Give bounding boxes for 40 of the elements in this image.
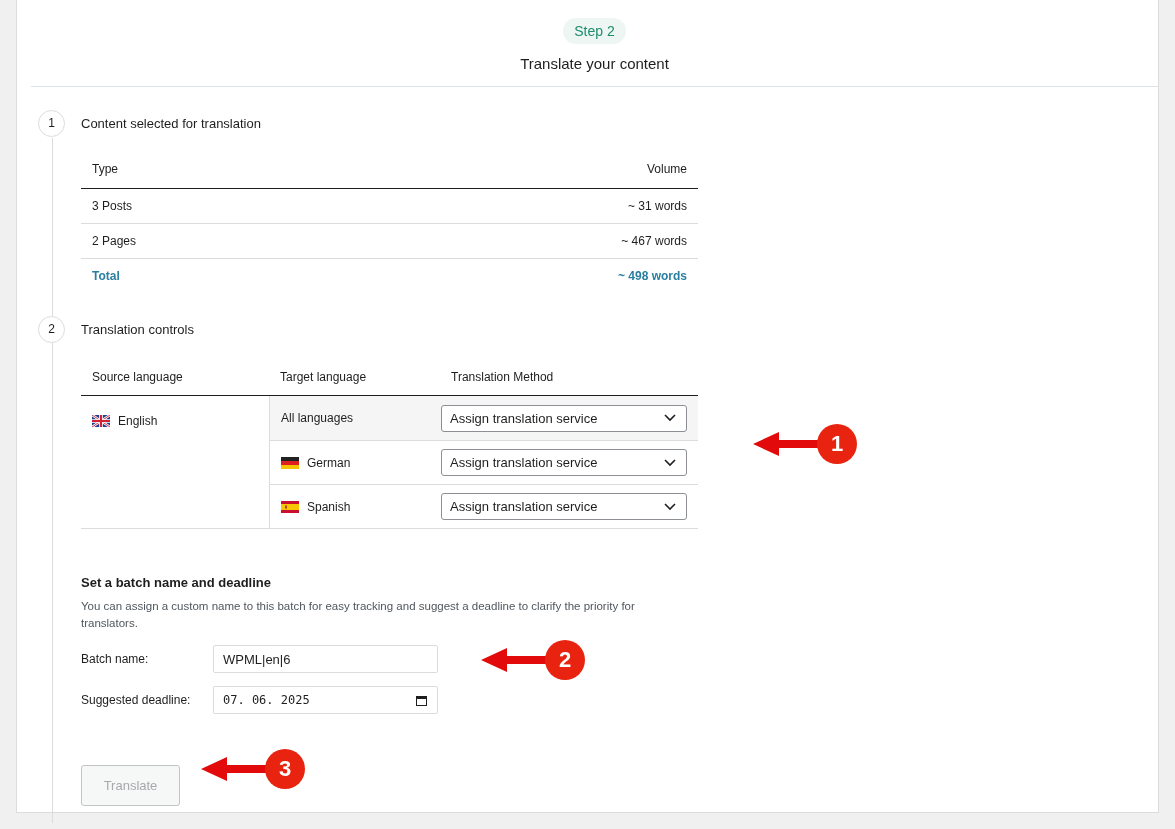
language-name: Spanish [307, 499, 351, 514]
chevron-down-icon [664, 458, 676, 467]
callout-number: 2 [545, 640, 585, 680]
table-cell: Total [92, 269, 120, 283]
chevron-down-icon [664, 502, 676, 511]
callout-number: 1 [817, 424, 857, 464]
table-cell: ~ 467 words [621, 234, 687, 248]
method-dropdown[interactable]: Assign translation service [441, 493, 687, 520]
language-name: English [118, 414, 158, 428]
step-number: 2 [38, 315, 65, 343]
column-header: Type [92, 162, 118, 176]
column-header: Target language [279, 369, 368, 384]
step-number: 1 [38, 109, 65, 137]
german-flag-icon [281, 456, 299, 469]
uk-flag-icon [92, 415, 110, 427]
table-cell: 3 Posts [92, 199, 133, 213]
date-field[interactable]: 07. 06. 2025 [213, 686, 438, 714]
table-cell: ~ 498 words [617, 269, 687, 283]
field-label: Batch name: [81, 652, 150, 666]
chevron-down-icon [664, 414, 676, 422]
column-header: Source language [91, 369, 184, 384]
column-header: Translation Method [450, 369, 555, 384]
method-dropdown[interactable]: Assign translation service [441, 404, 687, 432]
spanish-flag-icon [281, 500, 299, 513]
method-dropdown[interactable]: Assign translation service [441, 449, 687, 476]
step-heading: Content selected for translation [81, 115, 261, 131]
page-title: Translate your content [520, 55, 669, 72]
column-header: Volume [646, 162, 687, 176]
step-badge: Step 2 [563, 18, 626, 44]
input-field[interactable]: WPML|en|6 [213, 645, 438, 673]
step-heading: Translation controls [81, 321, 194, 337]
field-label: Suggested deadline: [81, 693, 192, 707]
language-name: All languages [281, 411, 354, 425]
section-description: You can assign a custom name to this batch for easy tracking and suggest a deadline to clarify the priority for translators. [81, 599, 636, 631]
calendar-icon [416, 694, 427, 706]
language-name: German [307, 455, 351, 470]
table-cell: ~ 31 words [627, 199, 687, 213]
section-heading: Set a batch name and deadline [81, 575, 272, 590]
callout-number: 3 [265, 749, 305, 789]
table-cell: 2 Pages [92, 234, 137, 248]
